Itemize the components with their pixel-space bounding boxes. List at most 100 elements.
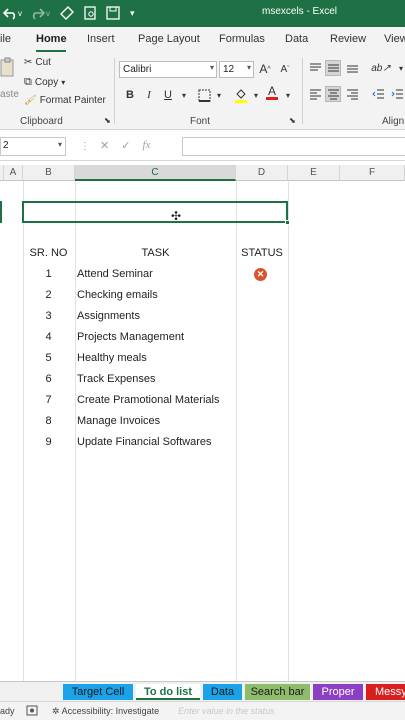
column-header-e[interactable]: E	[288, 165, 340, 181]
task-cell[interactable]: Attend Seminar	[77, 268, 153, 280]
sr-no-cell[interactable]: 2	[22, 289, 75, 301]
increase-font-size-button[interactable]: A ^	[257, 61, 273, 77]
align-right-button[interactable]	[344, 86, 360, 102]
increase-indent-button[interactable]	[389, 86, 405, 102]
task-cell[interactable]: Create Pramotional Materials	[77, 394, 219, 406]
sheet-tab-proper[interactable]: Proper	[313, 684, 363, 700]
decrease-indent-icon	[371, 89, 384, 99]
font-size-select[interactable]: 12 ▾	[219, 61, 254, 78]
tab-formulas[interactable]: Formulas	[219, 33, 265, 45]
font-launcher-icon[interactable]: ⬊	[289, 116, 296, 125]
copy-button[interactable]: ⧉ Copy ▾	[24, 76, 65, 89]
cancel-icon[interactable]: ✕	[100, 139, 109, 152]
formula-input[interactable]	[182, 137, 405, 156]
save-icon[interactable]	[106, 4, 120, 22]
table-row[interactable]: 8 Manage Invoices	[0, 412, 405, 432]
column-header-f[interactable]: F	[340, 165, 405, 181]
tab-review[interactable]: Review	[330, 33, 366, 45]
sr-no-cell[interactable]: 8	[22, 415, 75, 427]
chevron-down-icon[interactable]: ▾	[280, 87, 296, 103]
sheet-tab-data[interactable]: Data	[203, 684, 242, 700]
table-row[interactable]: 4 Projects Management	[0, 328, 405, 348]
decrease-font-size-button[interactable]: Aˇ	[277, 61, 293, 77]
task-cell[interactable]: Manage Invoices	[77, 415, 160, 427]
column-header-a[interactable]: A	[4, 165, 23, 181]
align-top-button[interactable]	[307, 60, 323, 76]
task-cell[interactable]: Checking emails	[77, 289, 158, 301]
paste-button[interactable]: aste	[0, 56, 19, 100]
orientation-button[interactable]: ab↗	[370, 60, 392, 76]
tab-home[interactable]: Home	[36, 33, 67, 45]
sr-no-cell[interactable]: 3	[22, 310, 75, 322]
sheet-tab-target-cell[interactable]: Target Cell	[63, 684, 133, 700]
tab-data[interactable]: Data	[285, 33, 308, 45]
chevron-down-icon[interactable]: ▾	[248, 87, 264, 103]
enter-icon[interactable]: ✓	[121, 139, 130, 152]
eraser-icon[interactable]	[60, 4, 74, 22]
column-header-b[interactable]: B	[23, 165, 75, 181]
sr-no-cell[interactable]: 7	[22, 394, 75, 406]
table-row[interactable]: 5 Healthy meals	[0, 349, 405, 369]
header-status[interactable]: STATUS	[236, 247, 288, 259]
redo-icon[interactable]: v	[30, 4, 52, 22]
tab-file[interactable]: ile	[0, 33, 11, 45]
fill-color-button[interactable]	[233, 87, 249, 103]
chevron-down-icon[interactable]: ▾	[393, 60, 405, 76]
undo-icon[interactable]: v	[2, 4, 24, 22]
table-row[interactable]: 2 Checking emails	[0, 286, 405, 306]
underline-button[interactable]: U	[160, 87, 176, 103]
sheet-tab-to-do-list[interactable]: To do list	[136, 684, 200, 700]
tab-view[interactable]: View	[384, 33, 405, 45]
task-cell[interactable]: Update Financial Softwares	[77, 436, 212, 448]
customize-qat-icon[interactable]: ▾	[130, 4, 135, 22]
task-cell[interactable]: Projects Management	[77, 331, 184, 343]
table-row[interactable]: 1 Attend Seminar ✕	[0, 265, 405, 285]
decrease-indent-button[interactable]	[370, 86, 386, 102]
sr-no-cell[interactable]: 5	[22, 352, 75, 364]
column-header-c[interactable]: C	[75, 165, 236, 181]
align-middle-button[interactable]	[325, 60, 341, 76]
sr-no-cell[interactable]: 9	[22, 436, 75, 448]
font-color-button[interactable]: A	[264, 85, 280, 101]
selected-range[interactable]	[22, 201, 290, 225]
table-row[interactable]: 9 Update Financial Softwares	[0, 433, 405, 453]
align-left-button[interactable]	[307, 86, 323, 102]
task-cell[interactable]: Healthy meals	[77, 352, 147, 364]
name-box[interactable]: 2 ▾	[0, 137, 66, 156]
task-cell[interactable]: Track Expenses	[77, 373, 155, 385]
task-cell[interactable]: Assignments	[77, 310, 140, 322]
accessibility-status[interactable]: ✲ Accessibility: Investigate	[52, 706, 159, 717]
clipboard-launcher-icon[interactable]: ⬊	[104, 116, 111, 125]
macro-record-icon[interactable]	[26, 705, 38, 718]
insert-function-icon[interactable]: fx	[142, 139, 150, 152]
chevron-down-icon[interactable]: ▾	[211, 87, 227, 103]
tab-page-layout[interactable]: Page Layout	[138, 33, 200, 45]
print-preview-icon[interactable]	[83, 4, 97, 22]
header-sr-no[interactable]: SR. NO	[22, 247, 75, 259]
chevron-down-icon[interactable]: ▾	[176, 87, 192, 103]
table-row[interactable]: 6 Track Expenses	[0, 370, 405, 390]
sr-no-cell[interactable]: 6	[22, 373, 75, 385]
align-center-button[interactable]	[325, 86, 341, 102]
borders-button[interactable]	[196, 87, 212, 103]
x-circle-icon[interactable]: ✕	[254, 268, 267, 281]
sheet-tab-messy[interactable]: Messy	[366, 684, 405, 700]
font-name-select[interactable]: Calibri ▾	[119, 61, 217, 78]
format-painter-button[interactable]: 🖌 Format Painter	[24, 95, 106, 106]
sheet-tab-search-bar[interactable]: Search bar	[245, 684, 310, 700]
sr-no-cell[interactable]: 4	[22, 331, 75, 343]
italic-button[interactable]: I	[141, 87, 157, 103]
header-task[interactable]: TASK	[75, 247, 236, 259]
table-row[interactable]: 7 Create Pramotional Materials	[0, 391, 405, 411]
column-header-d[interactable]: D	[236, 165, 288, 181]
name-box-value: 2	[3, 140, 9, 151]
table-row[interactable]: 3 Assignments	[0, 307, 405, 327]
fill-handle[interactable]	[285, 220, 290, 225]
bold-button[interactable]: B	[122, 87, 138, 103]
status-bar: ady ✲ Accessibility: Investigate Enter v…	[0, 701, 405, 720]
sr-no-cell[interactable]: 1	[22, 268, 75, 280]
worksheet-grid[interactable]: ✣ SR. NO TASK STATUS 1 Attend Seminar ✕ …	[0, 181, 405, 681]
cut-button[interactable]: ✂ Cut	[24, 57, 51, 68]
tab-insert[interactable]: Insert	[87, 33, 115, 45]
align-bottom-button[interactable]	[344, 60, 360, 76]
